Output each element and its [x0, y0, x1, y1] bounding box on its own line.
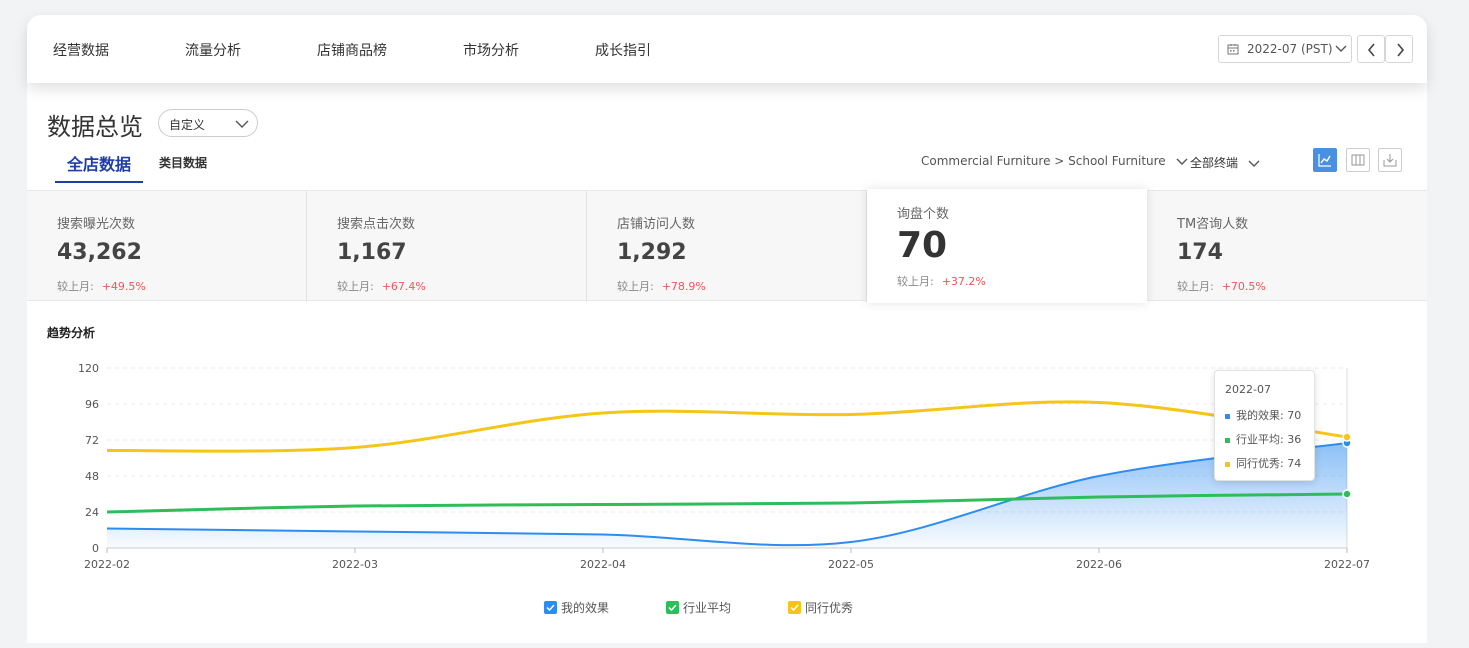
next-period-button[interactable]: [1385, 35, 1413, 63]
nav-item-store-product-rank[interactable]: 店铺商品榜: [317, 40, 387, 60]
chevron-down-icon: [235, 120, 249, 128]
kpi-compare: 较上月: +78.9%: [617, 280, 706, 293]
kpi-change: +70.5%: [1221, 280, 1266, 293]
nav-item-traffic-analysis[interactable]: 流量分析: [185, 40, 241, 60]
top-nav-bar: 经营数据 流量分析 店铺商品榜 市场分析 成长指引 2022-07 (PST): [27, 15, 1427, 83]
chart-tooltip: 2022-07 我的效果: 70 行业平均: 36 同行优秀: 74: [1214, 370, 1315, 481]
trend-title: 趋势分析: [47, 326, 96, 340]
kpi-card-tm-consultations[interactable]: TM咨询人数 174 较上月: +70.5%: [1147, 191, 1427, 302]
series-point-1: [1342, 489, 1352, 499]
tooltip-date: 2022-07: [1225, 383, 1271, 396]
tooltip-row-mine: 我的效果: 70: [1225, 407, 1301, 423]
download-button[interactable]: [1378, 148, 1402, 172]
category-filter-value: Commercial Furniture > School Furniture: [921, 154, 1166, 168]
x-tick-label: 2022-03: [332, 558, 378, 571]
kpi-value: 174: [1177, 240, 1223, 265]
kpi-card-search-clicks[interactable]: 搜索点击次数 1,167 较上月: +67.4%: [307, 191, 587, 302]
tooltip-row-industry: 行业平均: 36: [1225, 431, 1301, 447]
kpi-compare: 较上月: +37.2%: [897, 275, 986, 288]
kpi-label: 询盘个数: [897, 207, 950, 222]
kpi-label: 搜索曝光次数: [57, 217, 136, 232]
kpi-compare: 较上月: +67.4%: [337, 280, 426, 293]
tab-store-data[interactable]: 全店数据: [55, 151, 144, 183]
terminal-filter-value: 全部终端: [1190, 156, 1239, 170]
kpi-card-store-visitors[interactable]: 店铺访问人数 1,292 较上月: +78.9%: [587, 191, 867, 302]
nav-item-market-analysis[interactable]: 市场分析: [463, 40, 519, 60]
checkbox-icon: [788, 601, 801, 614]
kpi-label: TM咨询人数: [1177, 217, 1249, 232]
chevron-down-icon: [1248, 160, 1260, 167]
x-tick-label: 2022-05: [828, 558, 874, 571]
kpi-value: 1,292: [617, 240, 687, 265]
table-view-button[interactable]: [1346, 148, 1370, 172]
kpi-value: 70: [897, 225, 948, 266]
y-tick-label: 0: [92, 542, 99, 555]
kpi-change: +78.9%: [661, 280, 706, 293]
table-icon: [1351, 154, 1365, 166]
kpi-label: 搜索点击次数: [337, 217, 416, 232]
tab-category-data[interactable]: 类目数据: [159, 154, 207, 171]
series-point-2: [1342, 432, 1352, 442]
period-select[interactable]: 2022-07 (PST): [1218, 35, 1352, 63]
x-tick-label: 2022-02: [84, 558, 130, 571]
range-select[interactable]: 自定义: [158, 109, 258, 137]
y-tick-label: 120: [78, 362, 99, 375]
legend-item-industry[interactable]: 行业平均: [666, 599, 731, 616]
chevron-down-icon: [1176, 158, 1188, 165]
prev-period-button[interactable]: [1357, 35, 1385, 63]
kpi-compare: 较上月: +70.5%: [1177, 280, 1266, 293]
category-filter[interactable]: Commercial Furniture > School Furniture: [921, 154, 1188, 168]
kpi-card-inquiries[interactable]: 询盘个数 70 较上月: +37.2%: [867, 189, 1147, 303]
kpi-change: +67.4%: [381, 280, 426, 293]
nav-item-growth-guide[interactable]: 成长指引: [595, 40, 651, 60]
kpi-value: 43,262: [57, 240, 142, 265]
chevron-left-icon: [1367, 43, 1375, 57]
kpi-change: +49.5%: [101, 280, 146, 293]
kpi-change: +37.2%: [941, 275, 986, 288]
x-tick-label: 2022-06: [1076, 558, 1122, 571]
chevron-down-icon: [1335, 45, 1347, 52]
x-tick-label: 2022-07: [1324, 558, 1370, 571]
range-select-value: 自定义: [169, 118, 206, 132]
tooltip-row-peer: 同行优秀: 74: [1225, 455, 1301, 471]
download-icon: [1383, 154, 1397, 167]
kpi-card-search-impressions[interactable]: 搜索曝光次数 43,262 较上月: +49.5%: [27, 191, 307, 302]
line-chart-view-button[interactable]: [1313, 148, 1337, 172]
main-panel: 数据总览 自定义 全店数据 类目数据 Commercial Furniture …: [27, 83, 1427, 643]
y-tick-label: 72: [85, 434, 99, 447]
kpi-compare: 较上月: +49.5%: [57, 280, 146, 293]
x-tick-label: 2022-04: [580, 558, 626, 571]
checkbox-icon: [544, 601, 557, 614]
series-line-2: [106, 400, 1348, 453]
page-title: 数据总览: [47, 113, 143, 141]
y-tick-label: 48: [85, 470, 99, 483]
kpi-label: 店铺访问人数: [617, 217, 696, 232]
kpi-value: 1,167: [337, 240, 407, 265]
legend-item-mine[interactable]: 我的效果: [544, 599, 609, 616]
line-chart-icon: [1318, 154, 1331, 167]
kpi-row: 搜索曝光次数 43,262 较上月: +49.5% 搜索点击次数 1,167 较上…: [27, 189, 1427, 303]
calendar-icon: [1227, 44, 1239, 55]
legend-item-peer[interactable]: 同行优秀: [788, 599, 853, 616]
nav-item-business-data[interactable]: 经营数据: [53, 40, 109, 60]
terminal-filter[interactable]: 全部终端: [1190, 154, 1260, 171]
chevron-right-icon: [1397, 43, 1405, 57]
period-value: 2022-07 (PST): [1247, 42, 1333, 56]
y-tick-label: 96: [85, 398, 99, 411]
y-tick-label: 24: [85, 506, 99, 519]
checkbox-icon: [666, 601, 679, 614]
